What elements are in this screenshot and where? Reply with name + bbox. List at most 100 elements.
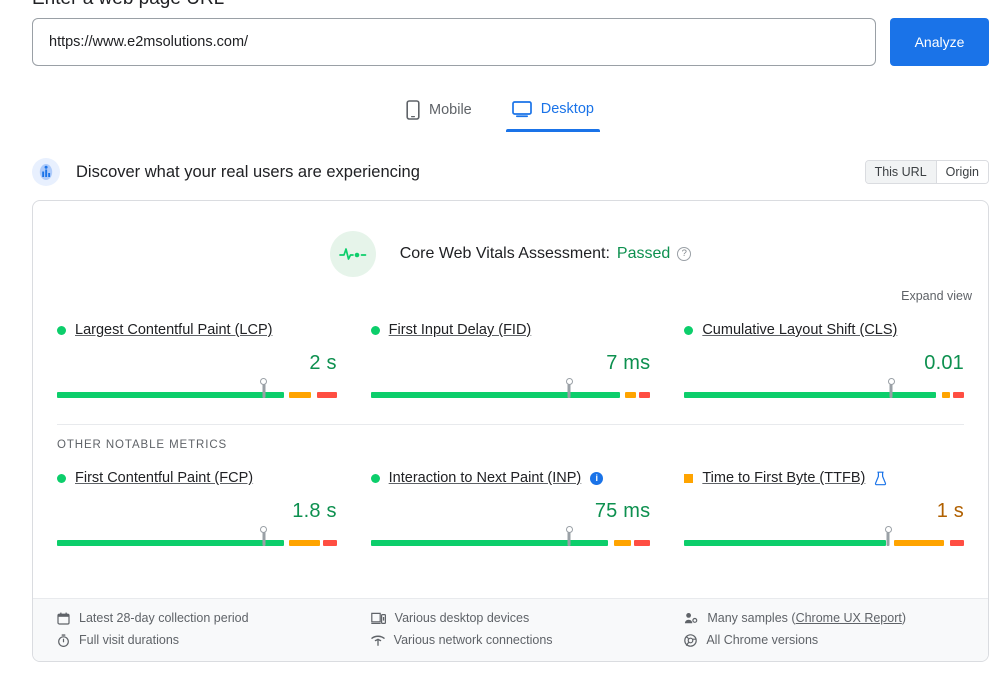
green-circle-good-icon [57,474,66,483]
metric-cls: Cumulative Layout Shift (CLS) 0.01 [684,317,964,398]
metric-fcp-bar [57,532,337,546]
footer-item-samples: Many samples (Chrome UX Report) [684,611,964,625]
footer-column: Many samples (Chrome UX Report) All Chro… [684,611,964,647]
metric-fid-label[interactable]: First Input Delay (FID) [389,322,532,338]
bar-segment-poor [639,392,650,398]
scope-origin-button[interactable]: Origin [936,161,988,183]
wifi-icon [371,634,385,647]
device-tabs: Mobile Desktop [0,96,1000,134]
metric-fcp: First Contentful Paint (FCP) 1.8 s [57,465,337,546]
metric-fid-value: 7 ms [371,352,651,375]
tab-mobile-label: Mobile [429,102,472,118]
bar-needle [887,532,890,546]
bar-needle-head [885,526,892,533]
info-badge-icon[interactable]: i [590,472,603,485]
bar-segment-needs-improve [625,392,636,398]
pulse-heartbeat-icon [330,231,376,277]
bar-segment-good [684,392,936,398]
metric-inp-bar [371,532,651,546]
footer-item-network: Various network connections [371,633,651,647]
bar-segment-poor [317,392,337,398]
bar-needle [568,532,571,546]
metric-inp: Interaction to Next Paint (INP) i 75 ms [371,465,651,546]
calendar-icon [57,612,70,625]
bar-segment-good [57,540,284,546]
metric-lcp: Largest Contentful Paint (LCP) 2 s [57,317,337,398]
footer-samples-suffix: ) [902,611,906,625]
tab-desktop[interactable]: Desktop [506,96,600,132]
chrome-ux-report-link[interactable]: Chrome UX Report [796,611,902,625]
mobile-phone-icon [406,100,420,120]
metric-header: Largest Contentful Paint (LCP) [57,319,337,341]
bar-needle-head [566,378,573,385]
metric-lcp-label[interactable]: Largest Contentful Paint (LCP) [75,322,272,338]
tab-mobile[interactable]: Mobile [400,96,478,134]
metric-fcp-label[interactable]: First Contentful Paint (FCP) [75,470,253,486]
url-input[interactable] [32,18,876,66]
expand-view-link[interactable]: Expand view [33,277,988,303]
discover-section-header: Discover what your real users are experi… [32,158,989,186]
scope-this-url-button[interactable]: This URL [866,161,936,183]
other-metrics-grid: First Contentful Paint (FCP) 1.8 s Inter… [33,451,988,546]
bar-segment-poor [634,540,651,546]
lab-flask-icon[interactable] [874,471,887,486]
footer-item-label: Full visit durations [79,633,179,647]
bar-segment-good [684,540,885,546]
footer-item-label: Various desktop devices [395,611,530,625]
assessment-status: Passed [617,245,670,263]
footer-column: Latest 28-day collection period Full vis… [57,611,337,647]
green-circle-good-icon [371,326,380,335]
bar-needle-head [260,378,267,385]
chrome-logo-icon [684,634,697,647]
metric-ttfb-label[interactable]: Time to First Byte (TTFB) [702,470,865,486]
distribution-bar [371,392,651,398]
bar-needle [568,384,571,398]
orange-square-average-icon [684,474,693,483]
green-circle-good-icon [57,326,66,335]
assessment-text: Core Web Vitals Assessment: Passed ? [400,245,692,263]
green-circle-good-icon [371,474,380,483]
bar-needle-head [566,526,573,533]
bar-needle-head [260,526,267,533]
metric-ttfb: Time to First Byte (TTFB) 1 s [684,465,964,546]
user-experience-avatar-icon [32,158,60,186]
analyze-button[interactable]: Analyze [890,18,989,66]
bar-segment-poor [953,392,964,398]
metric-cls-bar [684,384,964,398]
other-metrics-heading: OTHER NOTABLE METRICS [33,425,988,451]
metric-cls-value: 0.01 [684,352,964,375]
footer-item-label: Latest 28-day collection period [79,611,249,625]
footer-item-label: Various network connections [394,633,553,647]
distribution-bar [684,392,964,398]
metric-ttfb-value: 1 s [684,500,964,523]
distribution-bar [684,540,964,546]
url-entry-row: Analyze [32,18,989,66]
bar-segment-good [57,392,284,398]
bar-segment-needs-improve [894,540,944,546]
metric-inp-value: 75 ms [371,500,651,523]
bar-segment-poor [323,540,337,546]
green-circle-good-icon [684,326,693,335]
metric-fid-bar [371,384,651,398]
distribution-bar [371,540,651,546]
metric-fid: First Input Delay (FID) 7 ms [371,317,651,398]
bar-segment-good [371,540,609,546]
footer-item-visit-durations: Full visit durations [57,633,337,647]
question-mark-help-icon[interactable]: ? [677,247,691,261]
metric-cls-label[interactable]: Cumulative Layout Shift (CLS) [702,322,897,338]
distribution-bar [57,540,337,546]
metric-header: Time to First Byte (TTFB) [684,467,964,489]
distribution-bar [57,392,337,398]
crux-field-data-card: Core Web Vitals Assessment: Passed ? Exp… [32,200,989,662]
metric-header: Interaction to Next Paint (INP) i [371,467,651,489]
bar-segment-needs-improve [614,540,631,546]
footer-item-devices: Various desktop devices [371,611,651,625]
metric-inp-label[interactable]: Interaction to Next Paint (INP) [389,470,582,486]
core-web-vitals-assessment: Core Web Vitals Assessment: Passed ? [33,201,988,277]
desktop-monitor-icon [512,100,532,118]
footer-item-label: All Chrome versions [706,633,818,647]
footer-item-collection-period: Latest 28-day collection period [57,611,337,625]
discover-title: Discover what your real users are experi… [76,163,865,182]
bar-needle [262,532,265,546]
stopwatch-icon [57,634,70,647]
